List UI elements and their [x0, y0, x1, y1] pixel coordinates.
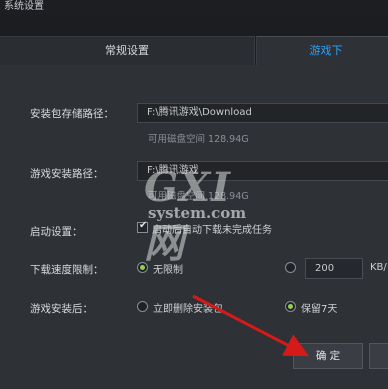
title-bar: 系统设置 — [0, 0, 388, 15]
checkmark-icon: ✔ — [139, 220, 148, 231]
radio-unlimited-label: 无限制 — [153, 265, 183, 276]
auto-download-checkbox[interactable]: ✔ — [137, 220, 148, 233]
speed-input[interactable]: 200 — [305, 258, 363, 279]
pkg-free-space: 可用磁盘空间 128.94G — [148, 134, 249, 145]
tab-general-settings[interactable]: 常规设置 — [0, 36, 255, 65]
settings-window: 系统设置 常规设置 游戏下 安装包存储路径： F:\腾讯游戏\Download … — [0, 0, 388, 389]
radio-delete-package-label: 立即删除安装包 — [153, 304, 223, 315]
window-title: 系统设置 — [4, 1, 44, 12]
tab-strip: 常规设置 游戏下 — [0, 15, 388, 65]
radio-unlimited[interactable] — [137, 262, 148, 273]
startup-label: 启动设置： — [30, 226, 83, 238]
install-path-label: 游戏安装路径： — [30, 168, 104, 180]
radio-keep-7-days-label: 保留7天 — [301, 304, 338, 315]
cancel-button[interactable] — [369, 343, 388, 369]
tab-game-download[interactable]: 游戏下 — [256, 36, 388, 65]
pkg-path-input[interactable]: F:\腾讯游戏\Download — [137, 103, 388, 123]
after-install-label: 游戏安装后： — [30, 303, 93, 315]
speed-unit: KB/ — [370, 262, 387, 273]
auto-download-label: 启动后自动下载未完成任务 — [152, 225, 272, 236]
radio-delete-package[interactable] — [137, 301, 148, 312]
install-path-input[interactable]: F:\腾讯游戏 — [137, 161, 388, 181]
pkg-path-label: 安装包存储路径： — [30, 108, 114, 120]
install-free-space: 可用磁盘空间 128.94G — [148, 191, 249, 202]
radio-keep-7-days[interactable] — [285, 301, 296, 312]
speed-limit-label: 下载速度限制： — [30, 264, 104, 276]
radio-limit[interactable] — [285, 262, 296, 273]
ok-button[interactable]: 确 定 — [293, 343, 363, 369]
